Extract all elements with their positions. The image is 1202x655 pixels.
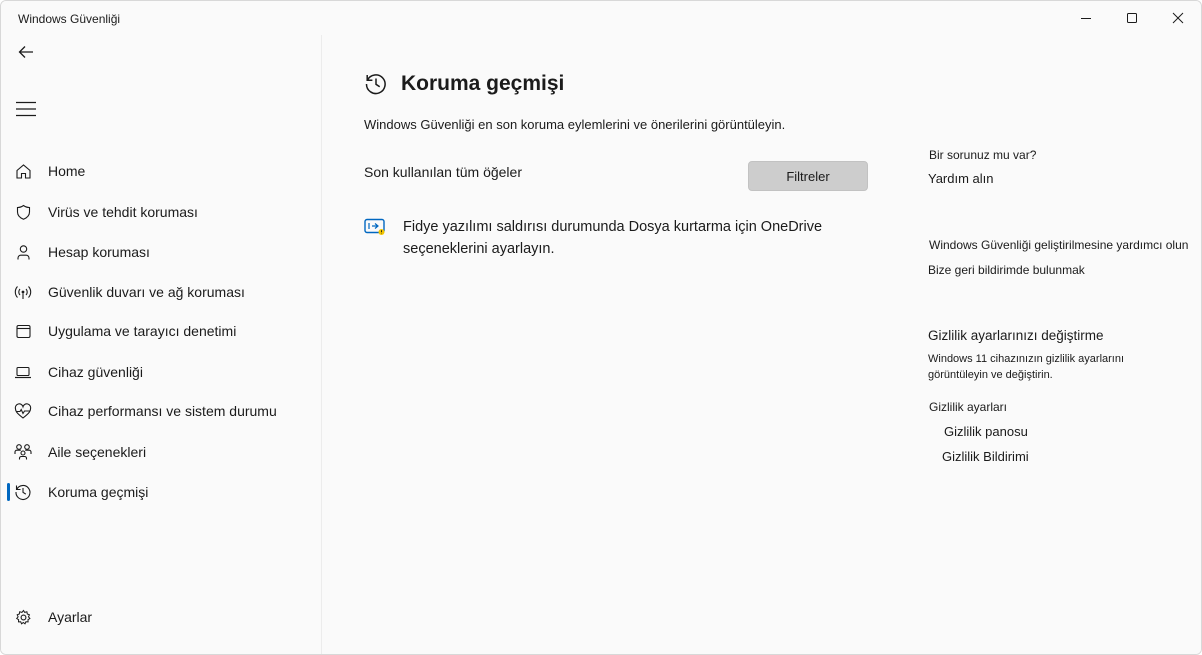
maximize-button[interactable] — [1109, 1, 1155, 35]
app-title: Windows Güvenliği — [18, 12, 121, 26]
maximize-icon — [1127, 13, 1137, 23]
sidebar-item-account-protection[interactable]: Hesap koruması — [5, 235, 315, 269]
get-help-link[interactable]: Yardım alın — [928, 171, 994, 186]
sidebar-item-label: Cihaz performansı ve sistem durumu — [48, 403, 277, 419]
close-icon — [1172, 12, 1184, 24]
sidebar-item-settings[interactable]: Ayarlar — [5, 600, 315, 634]
sidebar-item-device-security[interactable]: Cihaz güvenliği — [5, 355, 315, 389]
gear-icon — [14, 608, 32, 626]
sidebar-item-label: Cihaz güvenliği — [48, 364, 143, 380]
title-bar: Windows Güvenliği — [1, 1, 1201, 35]
onedrive-recovery-icon — [364, 218, 386, 236]
sidebar-item-firewall[interactable]: Güvenlik duvarı ve ağ koruması — [5, 275, 315, 309]
sidebar-item-virus-protection[interactable]: Virüs ve tehdit koruması — [5, 195, 315, 229]
privacy-description: Windows 11 cihazınızın gizlilik ayarları… — [928, 353, 1125, 381]
shield-icon — [14, 203, 32, 221]
person-icon — [14, 243, 32, 261]
sidebar-item-label: Koruma geçmişi — [48, 484, 149, 500]
improve-heading: Windows Güvenliği geliştirilmesine yardı… — [929, 238, 1189, 252]
sidebar-item-label: Hesap koruması — [48, 244, 150, 260]
laptop-icon — [14, 363, 32, 381]
sidebar-item-home[interactable]: Home — [5, 154, 315, 188]
home-icon — [14, 162, 32, 180]
page-subtitle: Windows Güvenliği en son koruma eylemler… — [364, 117, 786, 132]
sidebar-item-app-browser-control[interactable]: Uygulama ve tarayıcı denetimi — [5, 314, 315, 348]
sidebar-item-label: Güvenlik duvarı ve ağ koruması — [48, 284, 245, 300]
app-window: Windows Güvenliği Home Virüs ve tehdit k… — [0, 0, 1202, 655]
wifi-signal-icon — [14, 283, 32, 301]
history-icon — [364, 72, 388, 96]
browser-window-icon — [14, 322, 32, 340]
minimize-icon — [1081, 18, 1091, 19]
sidebar-item-device-performance[interactable]: Cihaz performansı ve sistem durumu — [5, 394, 315, 428]
back-button[interactable] — [11, 39, 41, 65]
onedrive-recommendation[interactable]: Fidye yazılımı saldırısı durumunda Dosya… — [403, 216, 843, 260]
active-indicator — [7, 483, 10, 501]
heartbeat-icon — [14, 402, 32, 420]
question-heading: Bir sorunuz mu var? — [929, 148, 1037, 162]
privacy-notice-link[interactable]: Gizlilik Bildirimi — [942, 449, 1029, 464]
filters-button[interactable]: Filtreler — [748, 161, 868, 191]
sidebar-item-label: Aile seçenekleri — [48, 444, 147, 460]
hamburger-menu-icon — [16, 101, 36, 117]
sidebar-item-label: Virüs ve tehdit koruması — [48, 204, 198, 220]
back-arrow-icon — [18, 46, 33, 58]
history-icon — [14, 483, 32, 501]
privacy-dashboard-link[interactable]: Gizlilik panosu — [944, 424, 1028, 439]
sidebar-item-label: Uygulama ve tarayıcı denetimi — [48, 323, 237, 339]
sidebar-item-label: Ayarlar — [48, 609, 93, 625]
sidebar-item-label: Home — [48, 163, 86, 179]
privacy-settings-link[interactable]: Gizlilik ayarları — [929, 400, 1007, 414]
minimize-button[interactable] — [1063, 1, 1109, 35]
family-icon — [14, 443, 32, 461]
close-button[interactable] — [1155, 1, 1201, 35]
recent-items-label: Son kullanılan tüm öğeler — [364, 164, 522, 180]
sidebar: Home Virüs ve tehdit koruması Hesap koru… — [1, 35, 321, 654]
privacy-heading: Gizlilik ayarlarınızı değiştirme — [928, 328, 1104, 343]
page-title: Koruma geçmişi — [401, 72, 565, 95]
menu-button[interactable] — [11, 96, 41, 122]
sidebar-item-protection-history[interactable]: Koruma geçmişi — [5, 475, 315, 509]
give-feedback-link[interactable]: Bize geri bildirimde bulunmak — [928, 263, 1085, 277]
sidebar-item-family-options[interactable]: Aile seçenekleri — [5, 435, 315, 469]
main-content: Koruma geçmişi Windows Güvenliği en son … — [321, 35, 1201, 654]
